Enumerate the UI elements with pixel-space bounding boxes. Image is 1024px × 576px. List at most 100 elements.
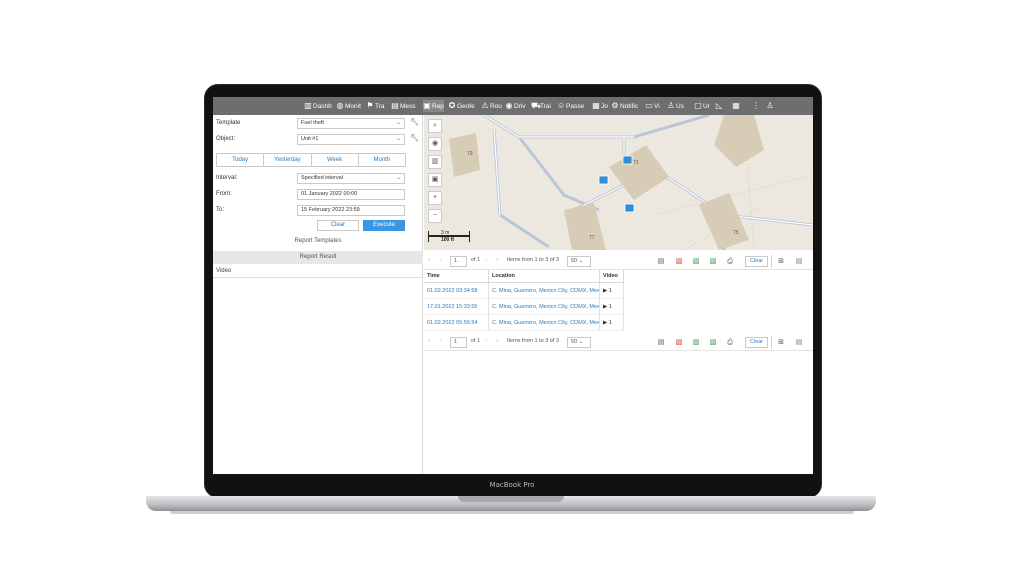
prev-page-button[interactable]: ‹ [440,257,442,263]
excel-export-icon[interactable]: ▧ [691,337,701,348]
csv-export-icon[interactable]: ▧ [708,337,718,348]
tab-week[interactable]: Week [312,154,359,166]
more-icon[interactable]: ⋮ [752,100,760,112]
next-page-button[interactable]: › [485,257,487,263]
per-page-select[interactable]: 50 ⌄ [567,337,591,348]
page-number-input[interactable]: 1 [450,256,467,267]
nav-item-label: Driv [514,102,526,110]
column-time[interactable]: Time [424,270,489,282]
result-table: Time Location Video 01.02.2022 03:34:58 … [424,270,624,331]
row-location[interactable]: C. Mina, Guerrero, Mexico City, CDMX, Me… [489,299,600,314]
report-result-header[interactable]: Report Result [213,251,423,264]
object-select[interactable]: Unit #1 ⌄ [297,134,405,145]
row-time[interactable]: 01.02.2022 03:34:58 [424,283,489,298]
column-location[interactable]: Location [489,270,600,282]
nav-item-label: Passe [566,102,585,110]
last-page-button[interactable]: » [496,338,499,344]
per-page-select[interactable]: 50 ⌄ [567,256,591,267]
print-icon[interactable]: ⎙ [725,337,735,348]
table-view-icon[interactable]: ▤ [794,256,804,267]
search-icon[interactable]: ⌕ [428,119,442,133]
nav-item-us[interactable]: ♙ Us [667,100,684,112]
nav-item-tools[interactable]: ◺ [715,100,724,112]
template-label: Template [216,120,241,126]
row-location[interactable]: C. Mina, Guerrero, Mexico City, CDMX, Me… [489,315,600,330]
nav-item-geofe[interactable]: ✪ Geofe [448,100,475,112]
template-select[interactable]: Fuel theft ⌄ [297,118,405,129]
zoom-in-icon[interactable]: + [428,191,442,205]
layers-icon[interactable]: ▥ [428,155,442,169]
table-row[interactable]: 17.01.2022 15:33:55 C. Mina, Guerrero, M… [424,299,624,315]
print-preview-icon[interactable]: ▤ [656,256,666,267]
device-label: MacBook Pro [489,481,535,489]
print-preview-icon[interactable]: ▤ [656,337,666,348]
table-row[interactable]: 01.02.2022 03:34:58 C. Mina, Guerrero, M… [424,283,624,299]
object-settings-icon[interactable]: 🔧︎ [410,134,419,142]
tab-today[interactable]: Today [217,154,265,166]
to-date-input[interactable]: 15 February 2022 23:59 [297,205,405,216]
nav-item-monit[interactable]: ◍ Monit [336,100,361,112]
row-time[interactable]: 01.02.2022 05:56:54 [424,315,489,330]
result-item-video[interactable]: Video [213,264,423,278]
pdf-export-icon[interactable]: ▧ [674,337,684,348]
nav-item-label: Trai [540,102,551,110]
pdf-export-icon[interactable]: ▧ [674,256,684,267]
execute-button[interactable]: Execute [363,220,405,231]
nav-item-rou[interactable]: ⚠ Rou [481,100,502,112]
row-time[interactable]: 17.01.2022 15:33:55 [424,299,489,314]
report-templates-link[interactable]: Report Templates [213,238,423,244]
nav-item-passe[interactable]: ☺ Passe [557,100,584,112]
nav-item-jo[interactable]: ▦ Jo [592,100,608,112]
person-icon[interactable]: ▣ [428,173,442,187]
apps-icon[interactable]: ▦ [732,100,740,112]
chevron-down-icon: ⌄ [395,175,401,181]
nav-item-ur[interactable]: ▢ Ur [694,100,710,112]
zoom-out-icon[interactable]: − [428,209,442,223]
first-page-button[interactable]: « [428,257,431,263]
prev-page-button[interactable]: ‹ [440,338,442,344]
nav-item-tra[interactable]: ⚑ Tra [366,100,384,112]
tab-yesterday[interactable]: Yesterday [264,154,312,166]
from-date-input[interactable]: 01 January 2022 00:00 [297,189,405,200]
eye-icon[interactable]: ◉ [428,137,442,151]
globe-icon: ◍ [336,101,344,110]
first-page-button[interactable]: « [428,338,431,344]
template-settings-icon[interactable]: 🔧︎ [410,118,419,126]
csv-export-icon[interactable]: ▧ [708,256,718,267]
user-icon: ♙ [667,101,675,110]
table-row[interactable]: 01.02.2022 05:56:54 C. Mina, Guerrero, M… [424,315,624,331]
page-number-input[interactable]: 1 [450,337,467,348]
video-icon: ▭ [645,101,653,110]
nav-item-vi[interactable]: ▭ Vi [645,100,659,112]
row-video[interactable]: ▶︎ 1 [600,299,624,314]
last-page-button[interactable]: » [496,257,499,263]
report-parameters-panel: Template Fuel theft ⌄ 🔧︎ Object: Unit #1 ⌄… [213,115,423,474]
clear-results-button[interactable]: Clear [745,256,769,267]
table-view-icon[interactable]: ▤ [794,337,804,348]
divider [771,336,772,349]
interval-select[interactable]: Specified interval ⌄ [297,173,405,184]
print-icon[interactable]: ⎙ [725,256,735,267]
map-icon[interactable]: ⊞ [776,256,786,267]
clear-results-button[interactable]: Clear [745,337,769,348]
map-view[interactable]: 79 71 77 75 ⌕ ◉ ▥ ▣ + − 3 m 100 ft [424,115,813,250]
column-video[interactable]: Video [600,270,624,282]
svg-text:77: 77 [589,235,595,241]
svg-text:79: 79 [467,151,473,157]
nav-item-trai[interactable]: ⛟ Trai [531,100,551,112]
row-video[interactable]: ▶︎ 1 [600,283,624,298]
excel-export-icon[interactable]: ▧ [691,256,701,267]
nav-item-driv[interactable]: ◉ Driv [505,100,526,112]
nav-item-dashb[interactable]: ▥ Dashb [304,100,332,112]
clear-button[interactable]: Clear [317,220,359,231]
top-navigation: ▥ Dashb ◍ Monit ⚑ Tra ▤ Mess ▣ Rep ✪ Geofe ⚠ Rou ◉ Driv… [213,97,813,115]
row-location[interactable]: C. Mina, Guerrero, Mexico City, CDMX, Me… [489,283,600,298]
nav-item-mess[interactable]: ▤ Mess [391,100,415,112]
map-icon[interactable]: ⊞ [776,337,786,348]
row-video[interactable]: ▶︎ 1 [600,315,624,330]
nav-item-rep[interactable]: ▣ Rep [423,100,444,112]
next-page-button[interactable]: › [485,338,487,344]
tab-month[interactable]: Month [359,154,405,166]
nav-item-notific[interactable]: ⚙ Notific [611,100,638,112]
account-icon[interactable]: ♙ [766,100,774,112]
